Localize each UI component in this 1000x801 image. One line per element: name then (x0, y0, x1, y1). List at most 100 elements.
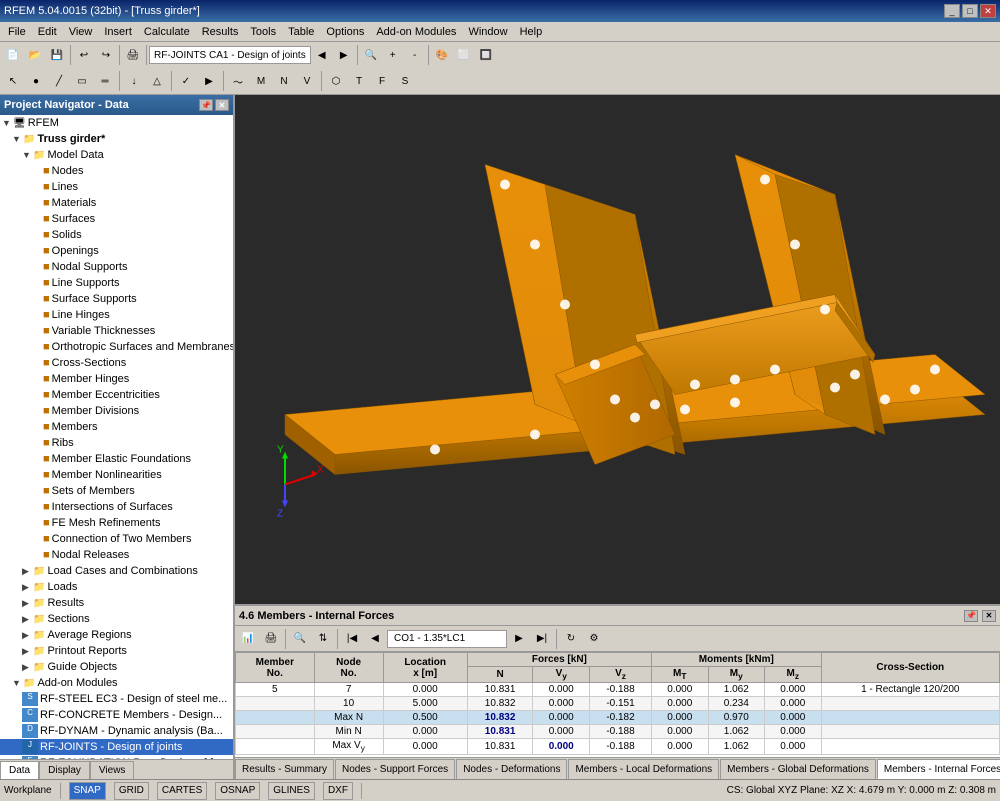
tree-item-member-ecc[interactable]: ■Member Eccentricities (0, 387, 233, 403)
tb2-load[interactable]: ↓ (123, 70, 145, 92)
tab-members-forces[interactable]: Members - Internal Forces (877, 759, 1000, 779)
tree-item-loads[interactable]: ▶ 📁 Loads (0, 579, 233, 595)
menu-window[interactable]: Window (462, 24, 513, 40)
nav-pin[interactable]: 📌 (199, 99, 213, 111)
bt-export[interactable]: 📊 (237, 628, 259, 650)
menu-edit[interactable]: Edit (32, 24, 63, 40)
table-row-minN[interactable]: Min N0.00010.8310.000-0.1880.0001.0620.0… (236, 725, 1000, 739)
menu-file[interactable]: File (2, 24, 32, 40)
status-grid[interactable]: GRID (114, 782, 149, 800)
tree-item-ortho[interactable]: ■Orthotropic Surfaces and Membranes (0, 339, 233, 355)
tb-redo[interactable]: ↪ (95, 44, 117, 66)
menu-options[interactable]: Options (320, 24, 370, 40)
tb-print[interactable]: 🖨 (122, 44, 144, 66)
tb2-check[interactable]: ✓ (175, 70, 197, 92)
tree-item-project[interactable]: ▼ 📁 Truss girder* (0, 131, 233, 147)
tb2-deform[interactable]: 〜 (227, 70, 249, 92)
tb2-line[interactable]: ╱ (48, 70, 70, 92)
tree-item-nodal-supports[interactable]: ■Nodal Supports (0, 259, 233, 275)
tree-item-line-supports[interactable]: ■Line Supports (0, 275, 233, 291)
tree-item-intersections[interactable]: ■Intersections of Surfaces (0, 499, 233, 515)
menu-results[interactable]: Results (196, 24, 245, 40)
tree-item-load-cases[interactable]: ▶ 📁 Load Cases and Combinations (0, 563, 233, 579)
close-button[interactable]: ✕ (980, 4, 996, 18)
tb2-member[interactable]: ═ (94, 70, 116, 92)
tree-item-lines[interactable]: ■Lines (0, 179, 233, 195)
tree-item-printout[interactable]: ▶ 📁 Printout Reports (0, 643, 233, 659)
bt-print[interactable]: 🖨 (260, 628, 282, 650)
bt-nav-first[interactable]: |◀ (341, 628, 363, 650)
tb2-moment[interactable]: M (250, 70, 272, 92)
tab-members-global[interactable]: Members - Global Deformations (720, 759, 876, 779)
tb2-surface[interactable]: ▭ (71, 70, 93, 92)
tree-item-solids[interactable]: ■Solids (0, 227, 233, 243)
menu-view[interactable]: View (63, 24, 99, 40)
tb2-node[interactable]: ● (25, 70, 47, 92)
tree-item-members[interactable]: ■Members (0, 419, 233, 435)
bt-filter[interactable]: 🔍 (289, 628, 311, 650)
nav-tab-display[interactable]: Display (39, 761, 90, 779)
tb2-normal[interactable]: N (273, 70, 295, 92)
bt-nav-last[interactable]: ▶| (531, 628, 553, 650)
tb2-calculate[interactable]: ▶ (198, 70, 220, 92)
tab-nodes-support[interactable]: Nodes - Support Forces (335, 759, 455, 779)
menu-calculate[interactable]: Calculate (138, 24, 196, 40)
3d-view[interactable]: Y X Z (235, 95, 1000, 604)
bt-sort[interactable]: ⇅ (312, 628, 334, 650)
menu-help[interactable]: Help (514, 24, 549, 40)
table-row[interactable]: 105.00010.8320.000-0.1510.0000.2340.000 (236, 697, 1000, 711)
tree-addon-concrete[interactable]: CRF-CONCRETE Members - Design... (0, 707, 233, 723)
tree-item-connection[interactable]: ■Connection of Two Members (0, 531, 233, 547)
tree-item-model-data[interactable]: ▼ 📁 Model Data (0, 147, 233, 163)
maximize-button[interactable]: □ (962, 4, 978, 18)
table-row-maxVy[interactable]: Max Vy0.00010.8310.000-0.1880.0001.0620.… (236, 739, 1000, 755)
bt-nav-next[interactable]: ▶ (508, 628, 530, 650)
tb-render[interactable]: 🎨 (431, 44, 453, 66)
tb-wire[interactable]: ⬜ (453, 44, 475, 66)
tree-item-mem-elastic[interactable]: ■Member Elastic Foundations (0, 451, 233, 467)
tree-item-mem-nonlin[interactable]: ■Member Nonlinearities (0, 467, 233, 483)
menu-table[interactable]: Table (282, 24, 320, 40)
tree-item-surface-supports[interactable]: ■Surface Supports (0, 291, 233, 307)
tree-item-nodes[interactable]: ■Nodes (0, 163, 233, 179)
status-cartes[interactable]: CARTES (157, 782, 207, 800)
tb-undo[interactable]: ↩ (73, 44, 95, 66)
bt-nav-prev[interactable]: ◀ (364, 628, 386, 650)
tree-addon-dynam[interactable]: DRF-DYNAM - Dynamic analysis (Ba... (0, 723, 233, 739)
tb-view3d[interactable]: 🔲 (475, 44, 497, 66)
tree-addon-steel-ec3[interactable]: SRF-STEEL EC3 - Design of steel me... (0, 691, 233, 707)
tab-members-local[interactable]: Members - Local Deformations (568, 759, 719, 779)
bottom-panel-close[interactable]: ✕ (982, 610, 996, 622)
menu-addons[interactable]: Add-on Modules (370, 24, 462, 40)
tb-nav-prev[interactable]: ◀ (311, 44, 333, 66)
tree-item-member-hinges[interactable]: ■Member Hinges (0, 371, 233, 387)
tb2-select[interactable]: ↖ (2, 70, 24, 92)
tree-item-guide[interactable]: ▶ 📁 Guide Objects (0, 659, 233, 675)
nav-tab-views[interactable]: Views (90, 761, 135, 779)
nav-close[interactable]: ✕ (215, 99, 229, 111)
bt-settings[interactable]: ⚙ (583, 628, 605, 650)
tb-zoom-fit[interactable]: 🔍 (360, 44, 382, 66)
tab-nodes-deform[interactable]: Nodes - Deformations (456, 759, 567, 779)
tree-item-materials[interactable]: ■Materials (0, 195, 233, 211)
tree-item-cross-sections[interactable]: ■Cross-Sections (0, 355, 233, 371)
tree-item-member-div[interactable]: ■Member Divisions (0, 403, 233, 419)
tb2-side[interactable]: S (394, 70, 416, 92)
tree-item-surfaces[interactable]: ■Surfaces (0, 211, 233, 227)
menu-tools[interactable]: Tools (244, 24, 282, 40)
bt-refresh[interactable]: ↻ (560, 628, 582, 650)
tb-zoom-out[interactable]: - (404, 44, 426, 66)
tree-item-nodal-releases[interactable]: ■Nodal Releases (0, 547, 233, 563)
menu-insert[interactable]: Insert (98, 24, 138, 40)
table-row[interactable]: 570.00010.8310.000-0.1880.0001.0620.0001… (236, 683, 1000, 697)
tb2-iso[interactable]: ⬡ (325, 70, 347, 92)
tb-zoom-in[interactable]: + (382, 44, 404, 66)
tb2-front[interactable]: F (371, 70, 393, 92)
tab-results-summary[interactable]: Results - Summary (235, 759, 334, 779)
minimize-button[interactable]: _ (944, 4, 960, 18)
status-osnap[interactable]: OSNAP (215, 782, 260, 800)
status-dxf[interactable]: DXF (323, 782, 353, 800)
tree-item-ribs[interactable]: ■Ribs (0, 435, 233, 451)
tree-item-var-thick[interactable]: ■Variable Thicknesses (0, 323, 233, 339)
tree-item-fe-mesh[interactable]: ■FE Mesh Refinements (0, 515, 233, 531)
